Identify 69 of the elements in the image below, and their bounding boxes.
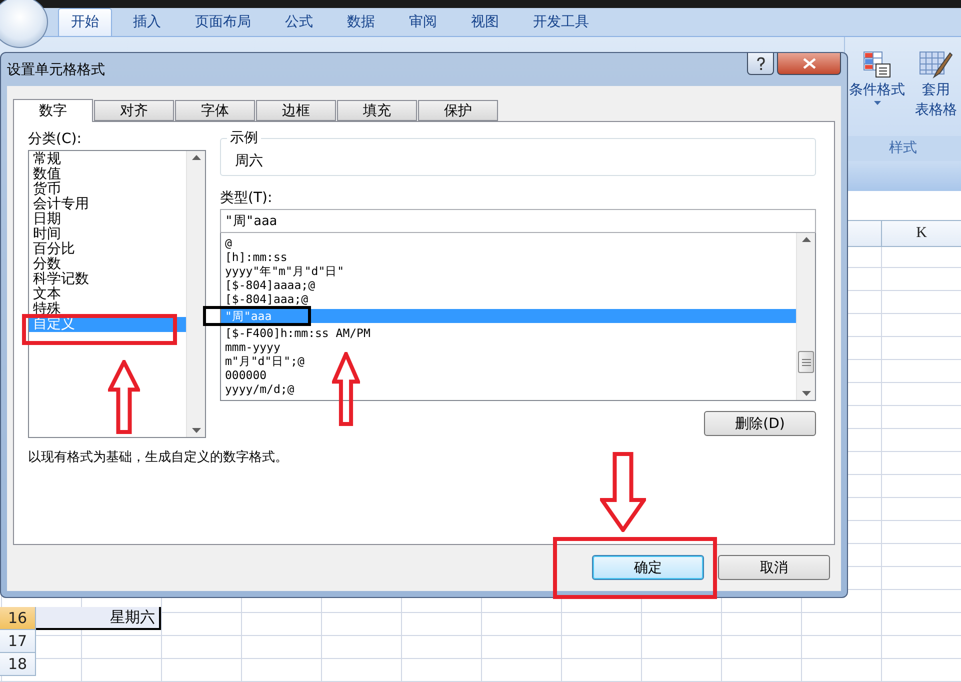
list-item[interactable]: 科学记数	[29, 272, 186, 287]
list-item[interactable]: @	[221, 236, 796, 250]
list-item[interactable]: 会计专用	[29, 197, 186, 212]
list-item[interactable]: yyyy"年"m"月"d"日"	[221, 264, 796, 278]
list-item[interactable]: m"月"d"日";@	[221, 354, 796, 368]
dialog-tab[interactable]: 字体	[175, 100, 255, 121]
format-list[interactable]: @ [h]:mm:ss yyyy"年"m"月"d"日" [$-804]aaaa;@ [$-804]aaa;@ "周"aaa [$-F400]h:mm:ss AM/PM mmm-yyyy m"月"d"日";@ 000000 yyyy/m/d;@	[220, 233, 816, 401]
scrollbar[interactable]	[796, 233, 815, 400]
office-button[interactable]	[0, 0, 48, 48]
scrollbar[interactable]	[186, 151, 205, 437]
list-item[interactable]: 数值	[29, 167, 186, 182]
ribbon-tab[interactable]: 页面布局	[182, 8, 264, 36]
ok-button[interactable]: 确定	[592, 555, 704, 580]
list-item[interactable]: 特殊	[29, 302, 186, 317]
list-item[interactable]: 常规	[29, 152, 186, 167]
list-item[interactable]: 百分比	[29, 242, 186, 257]
ribbon-tab[interactable]: 开始	[58, 8, 112, 36]
command-label[interactable]: 套用	[922, 81, 950, 99]
table-cell[interactable]: 星期六	[36, 607, 161, 630]
list-item[interactable]: 分数	[29, 257, 186, 272]
ribbon-tab[interactable]: 数据	[334, 8, 388, 36]
list-item[interactable]: [$-804]aaaa;@	[221, 278, 796, 292]
command-label[interactable]: 条件格式	[849, 81, 905, 99]
list-item[interactable]: [$-F400]h:mm:ss AM/PM	[221, 326, 796, 340]
delete-button[interactable]: 删除(D)	[704, 411, 816, 436]
dialog-tab[interactable]: 数字	[13, 99, 93, 122]
ribbon-tab[interactable]: 插入	[120, 8, 174, 36]
close-button[interactable]	[777, 53, 841, 75]
list-item[interactable]: [h]:mm:ss	[221, 250, 796, 264]
description-text: 以现有格式为基础，生成自定义的数字格式。	[28, 449, 289, 466]
ribbon-tab[interactable]: 视图	[458, 8, 512, 36]
table-brush-icon	[919, 51, 953, 79]
list-item[interactable]: mmm-yyyy	[221, 340, 796, 354]
type-field[interactable]: "周"aaa	[220, 209, 816, 233]
ribbon-tab[interactable]: 开发工具	[520, 8, 602, 36]
list-item[interactable]: 日期	[29, 212, 186, 227]
cancel-button[interactable]: 取消	[718, 555, 830, 580]
scroll-down-icon[interactable]	[192, 428, 200, 433]
dialog-tab[interactable]: 对齐	[94, 100, 174, 121]
help-icon	[756, 56, 766, 70]
help-button[interactable]	[747, 53, 774, 75]
dialog-tab[interactable]: 填充	[337, 100, 417, 121]
dialog-title: 设置单元格格式	[7, 60, 105, 78]
row-header[interactable]: 17	[0, 630, 36, 653]
ribbon-tab[interactable]: 公式	[272, 8, 326, 36]
list-item[interactable]: 货币	[29, 182, 186, 197]
close-icon	[802, 58, 816, 69]
column-header[interactable]: K	[881, 221, 961, 246]
sample-value: 周六	[235, 152, 263, 170]
dropdown-caret-icon[interactable]	[874, 101, 880, 105]
grid-icon	[862, 51, 892, 79]
list-item[interactable]: [$-804]aaa;@	[221, 292, 796, 306]
ribbon-tab[interactable]: 审阅	[396, 8, 450, 36]
category-label: 分类(C):	[28, 130, 82, 149]
list-item[interactable]: 时间	[29, 227, 186, 242]
row-header[interactable]: 16	[0, 607, 36, 630]
list-item[interactable]: yyyy/m/d;@	[221, 382, 796, 396]
group-label: 样式	[845, 136, 961, 161]
list-item[interactable]: 000000	[221, 368, 796, 382]
row-header[interactable]: 18	[0, 653, 36, 676]
type-label: 类型(T):	[220, 189, 274, 208]
dialog-tab[interactable]: 边框	[256, 100, 336, 121]
scroll-up-icon[interactable]	[802, 237, 810, 242]
dialog-tab[interactable]: 保护	[418, 100, 498, 121]
list-item[interactable]: 文本	[29, 287, 186, 302]
scroll-down-icon[interactable]	[802, 391, 810, 396]
sample-label: 示例	[227, 129, 261, 147]
scroll-thumb[interactable]	[798, 351, 814, 373]
command-label[interactable]: 表格格	[915, 101, 957, 119]
